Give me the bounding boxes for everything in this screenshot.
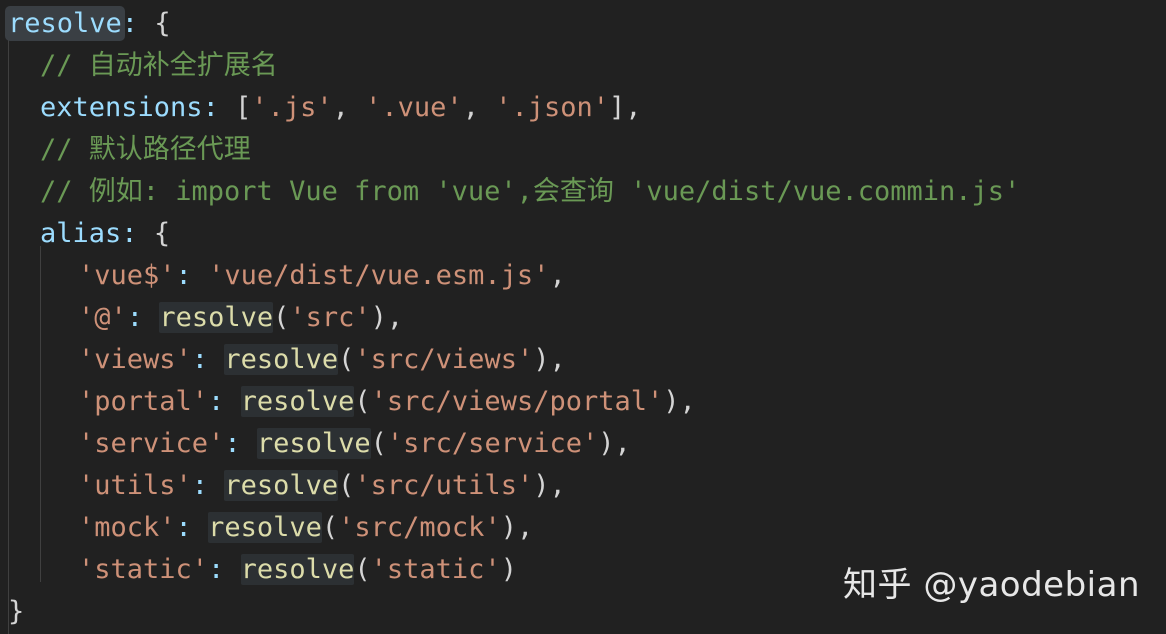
code-token-colon: : xyxy=(202,92,219,123)
code-line[interactable]: 'mock': resolve('src/mock'), xyxy=(0,507,1166,549)
code-token-function: resolve xyxy=(208,512,322,543)
code-token-punct: ), xyxy=(370,302,404,333)
code-token-string: '.vue' xyxy=(365,92,463,123)
code-line[interactable]: // 默认路径代理 xyxy=(0,129,1166,171)
code-line[interactable]: 'portal': resolve('src/views/portal'), xyxy=(0,381,1166,423)
code-token-colon: : xyxy=(175,512,192,543)
code-token-string: 'portal' xyxy=(78,386,209,417)
code-token-colon: : xyxy=(208,386,225,417)
code-token-string: 'src' xyxy=(289,302,371,333)
code-token-punct: ), xyxy=(598,428,631,459)
code-token-colon: : xyxy=(121,8,139,39)
code-surface[interactable]: resolve: { // 自动补全扩展名 extensions: ['.js', … xyxy=(0,0,1166,633)
code-token-colon: : xyxy=(191,470,209,501)
code-token-punct: ), xyxy=(533,470,566,501)
code-token-punct: ( xyxy=(370,428,387,459)
code-line[interactable]: // 例如: import Vue from 'vue',会查询 'vue/di… xyxy=(0,171,1166,213)
code-token-punct: , xyxy=(462,92,496,123)
code-token-string: 'src/mock' xyxy=(338,512,501,543)
code-token-colon: : xyxy=(208,554,225,585)
code-token-function: resolve xyxy=(224,344,339,375)
code-editor-screenshot: resolve: { // 自动补全扩展名 extensions: ['.js', … xyxy=(0,0,1166,634)
code-line[interactable]: 'vue$': 'vue/dist/vue.esm.js', xyxy=(0,255,1166,297)
code-token-function: resolve xyxy=(224,470,339,501)
code-token-string: 'vue/dist/vue.esm.js' xyxy=(208,260,550,291)
code-token-function: resolve xyxy=(240,386,355,417)
code-line[interactable]: alias: { xyxy=(0,213,1166,255)
code-token-string: 'mock' xyxy=(78,512,176,543)
code-token-punct: ( xyxy=(354,554,371,585)
code-token-punct: ), xyxy=(533,344,566,375)
code-token-punct: } xyxy=(8,596,25,627)
code-line[interactable]: '@': resolve('src'), xyxy=(0,297,1166,339)
code-token-string: '.json' xyxy=(495,92,609,123)
code-token-string: 'src/views/portal' xyxy=(370,386,664,417)
watermark-zhihu-author: 知乎 @yaodebian xyxy=(843,565,1140,605)
code-token-punct: ], xyxy=(609,92,642,123)
code-token-string: 'src/views' xyxy=(354,344,534,375)
code-token-punct: [ xyxy=(218,92,252,123)
code-token-function: resolve xyxy=(240,554,355,585)
code-token-punct: ( xyxy=(273,302,290,333)
code-token-string: 'src/utils' xyxy=(354,470,534,501)
code-token-punct: ( xyxy=(354,386,371,417)
code-line[interactable]: extensions: ['.js', '.vue', '.json'], xyxy=(0,87,1166,129)
code-token-string: 'static' xyxy=(370,554,501,585)
code-token-comment: // 自动补全扩展名 xyxy=(40,50,278,81)
code-token-punct: { xyxy=(154,8,171,39)
code-token-punct: ), xyxy=(500,512,534,543)
code-token-string: 'src/service' xyxy=(386,428,599,459)
code-token-string: '@' xyxy=(78,302,127,333)
code-token-comment: // 默认路径代理 xyxy=(40,134,251,165)
code-token-punct: ), xyxy=(663,386,696,417)
code-token-property: alias xyxy=(40,218,122,249)
code-token-string: 'utils' xyxy=(78,470,192,501)
code-line[interactable]: // 自动补全扩展名 xyxy=(0,45,1166,87)
code-token-punct: ( xyxy=(338,470,355,501)
code-token-string: 'vue$' xyxy=(78,260,176,291)
code-token-function: resolve xyxy=(256,428,371,459)
code-token-string: 'views' xyxy=(78,344,192,375)
code-token-punct: ( xyxy=(321,512,339,543)
code-token-colon: : xyxy=(126,302,144,333)
code-line[interactable]: 'utils': resolve('src/utils'), xyxy=(0,465,1166,507)
code-token-property: extensions xyxy=(40,92,203,123)
code-token-property: resolve xyxy=(5,6,125,41)
code-line[interactable]: resolve: { xyxy=(0,3,1166,45)
code-token-string: 'static' xyxy=(78,554,209,585)
code-token-colon: : xyxy=(224,428,241,459)
code-token-punct: ( xyxy=(338,344,355,375)
code-token-string: 'service' xyxy=(78,428,225,459)
code-token-punct: ) xyxy=(500,554,517,585)
code-token-string: '.js' xyxy=(251,92,333,123)
code-token-punct: , xyxy=(549,260,566,291)
code-line[interactable]: 'service': resolve('src/service'), xyxy=(0,423,1166,465)
code-token-punct: , xyxy=(332,92,366,123)
code-token-colon: : xyxy=(121,218,138,249)
code-line[interactable]: 'views': resolve('src/views'), xyxy=(0,339,1166,381)
code-token-colon: : xyxy=(175,260,192,291)
code-token-colon: : xyxy=(191,344,209,375)
code-token-punct: { xyxy=(153,218,171,249)
code-token-comment: // 例如: import Vue from 'vue',会查询 'vue/di… xyxy=(40,176,1021,207)
code-token-function: resolve xyxy=(159,302,274,333)
